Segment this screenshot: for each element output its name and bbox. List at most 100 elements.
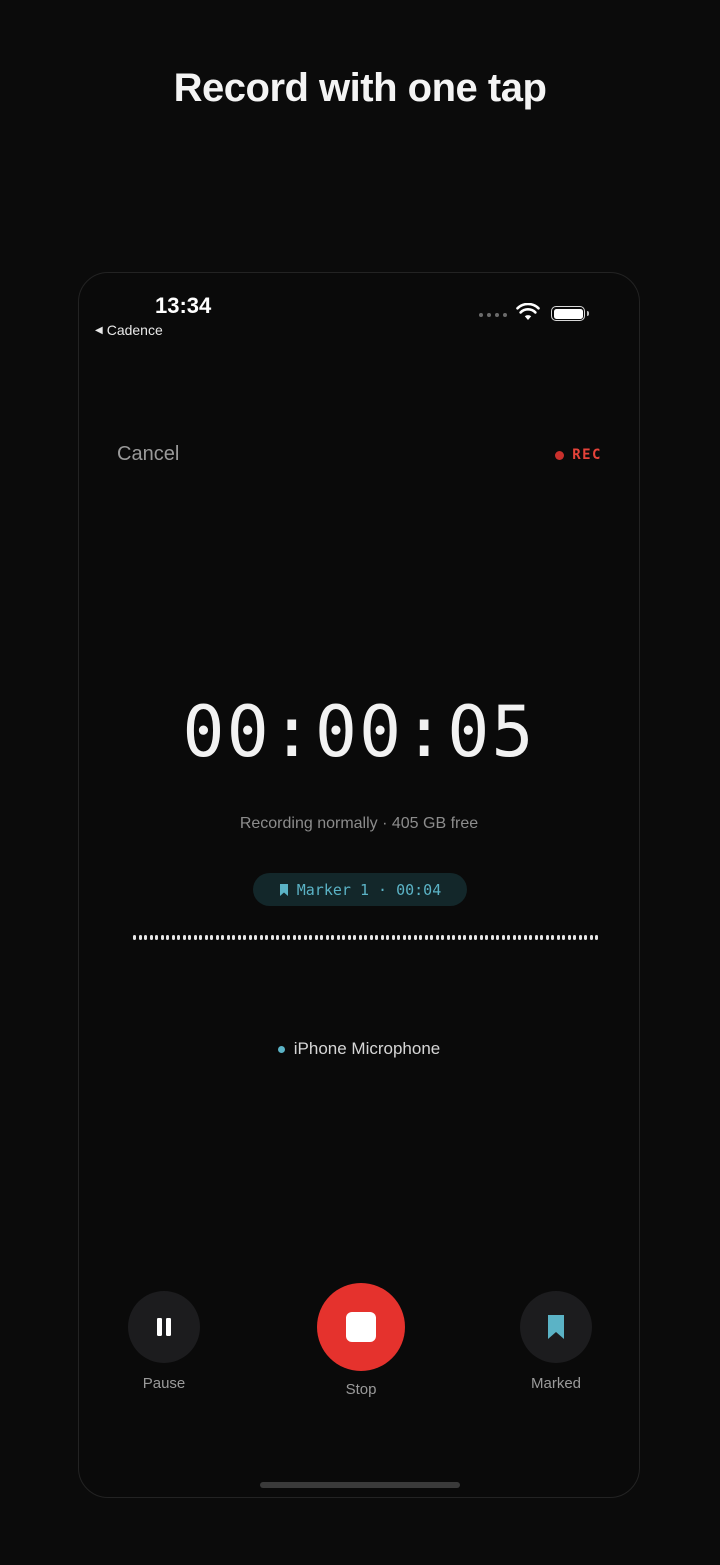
waveform-bar [298, 934, 301, 940]
waveform-bar [325, 934, 329, 940]
waveform-bar [468, 934, 472, 940]
battery-icon [551, 306, 589, 321]
waveform-bar [573, 934, 576, 940]
wifi-icon [516, 303, 540, 320]
waveform-bar [188, 934, 191, 940]
waveform-bar [386, 934, 389, 940]
waveform-bar [391, 934, 395, 940]
waveform-bar [259, 934, 263, 940]
waveform-bar [441, 934, 444, 940]
waveform-bar [430, 934, 433, 940]
waveform-bar [331, 934, 334, 940]
input-source[interactable]: iPhone Microphone [79, 1039, 639, 1059]
waveform-bar [584, 934, 587, 940]
recording-status: Recording normally · 405 GB free [239, 815, 479, 832]
waveform-bar [567, 934, 571, 940]
waveform [133, 933, 599, 941]
back-triangle-icon: ◀ [95, 324, 103, 336]
waveform-bar [303, 934, 307, 940]
waveform-bar [397, 934, 400, 940]
waveform-bar [342, 934, 345, 940]
waveform-bar [199, 934, 202, 940]
home-indicator[interactable] [260, 1482, 460, 1488]
waveform-bar [215, 934, 219, 940]
pause-label: Pause [142, 1375, 186, 1392]
back-app-label: Cadence [106, 322, 163, 338]
waveform-bar [518, 934, 521, 940]
bookmark-icon [279, 883, 288, 896]
waveform-bar [309, 934, 312, 940]
waveform-bar [210, 934, 213, 940]
stop-circle[interactable] [317, 1283, 405, 1371]
input-source-dot-icon [277, 1045, 285, 1053]
waveform-bar [556, 934, 560, 940]
waveform-bar [408, 934, 411, 940]
waveform-bar [424, 934, 428, 940]
waveform-bar [265, 934, 268, 940]
waveform-bar [221, 934, 224, 940]
phone-frame: 13:34 ◀ Cadence Cancel REC 00:00:05 Reco… [78, 272, 640, 1498]
waveform-bar [446, 934, 450, 940]
waveform-bar [281, 934, 285, 940]
waveform-bar [226, 934, 230, 940]
waveform-bar [512, 934, 516, 940]
waveform-bar [254, 934, 257, 940]
waveform-bar [419, 934, 422, 940]
cellular-signal-icon [479, 313, 507, 317]
waveform-bar [479, 934, 483, 940]
pause-circle[interactable] [128, 1291, 200, 1363]
elapsed-timer: 00:00:05 [182, 691, 536, 773]
marked-circle[interactable] [520, 1291, 592, 1363]
waveform-bar [358, 934, 362, 940]
waveform-bar [589, 934, 593, 940]
waveform-bar [375, 934, 378, 940]
waveform-bar [562, 934, 565, 940]
back-to-app-link[interactable]: ◀ Cadence [95, 322, 163, 338]
waveform-bar [413, 934, 417, 940]
waveform-bar [534, 934, 538, 940]
rec-label: REC [572, 447, 602, 463]
waveform-bar [276, 934, 279, 940]
waveform-bar [314, 934, 318, 940]
waveform-bar [507, 934, 510, 940]
marker-chip-label: Marker 1 · 00:04 [296, 880, 442, 899]
waveform-bar [364, 934, 367, 940]
waveform-bar [595, 934, 598, 940]
waveform-bar [523, 934, 527, 940]
waveform-bar [578, 934, 582, 940]
waveform-bar [402, 934, 406, 940]
waveform-bar [292, 934, 296, 940]
waveform-bar [490, 934, 494, 940]
cancel-button[interactable]: Cancel [117, 443, 179, 466]
waveform-bar [237, 934, 241, 940]
rec-indicator: REC [555, 447, 602, 463]
waveform-bar [138, 934, 142, 940]
headline: Record with one tap [173, 66, 547, 110]
waveform-bar [485, 934, 488, 940]
waveform-bar [545, 934, 549, 940]
waveform-bar [540, 934, 543, 940]
marked-button[interactable]: Marked [511, 1291, 601, 1392]
waveform-bar [204, 934, 208, 940]
waveform-bar [551, 934, 554, 940]
waveform-bar [452, 934, 455, 940]
waveform-bar [193, 934, 197, 940]
waveform-bar [369, 934, 373, 940]
waveform-bar [144, 934, 147, 940]
status-time: 13:34 [155, 293, 212, 318]
waveform-bar [248, 934, 252, 940]
stop-icon [346, 1312, 376, 1342]
waveform-bar [353, 934, 356, 940]
pause-icon [157, 1318, 171, 1336]
waveform-bar [182, 934, 186, 940]
waveform-bar [529, 934, 532, 940]
waveform-bar [457, 934, 461, 940]
waveform-bar [501, 934, 505, 940]
waveform-bar [287, 934, 290, 940]
stop-button[interactable]: Stop [311, 1283, 411, 1398]
rec-dot-icon [555, 450, 565, 460]
marker-chip[interactable]: Marker 1 · 00:04 [253, 873, 467, 906]
marked-label: Marked [530, 1375, 582, 1392]
waveform-bar [149, 934, 153, 940]
pause-button[interactable]: Pause [119, 1291, 209, 1392]
